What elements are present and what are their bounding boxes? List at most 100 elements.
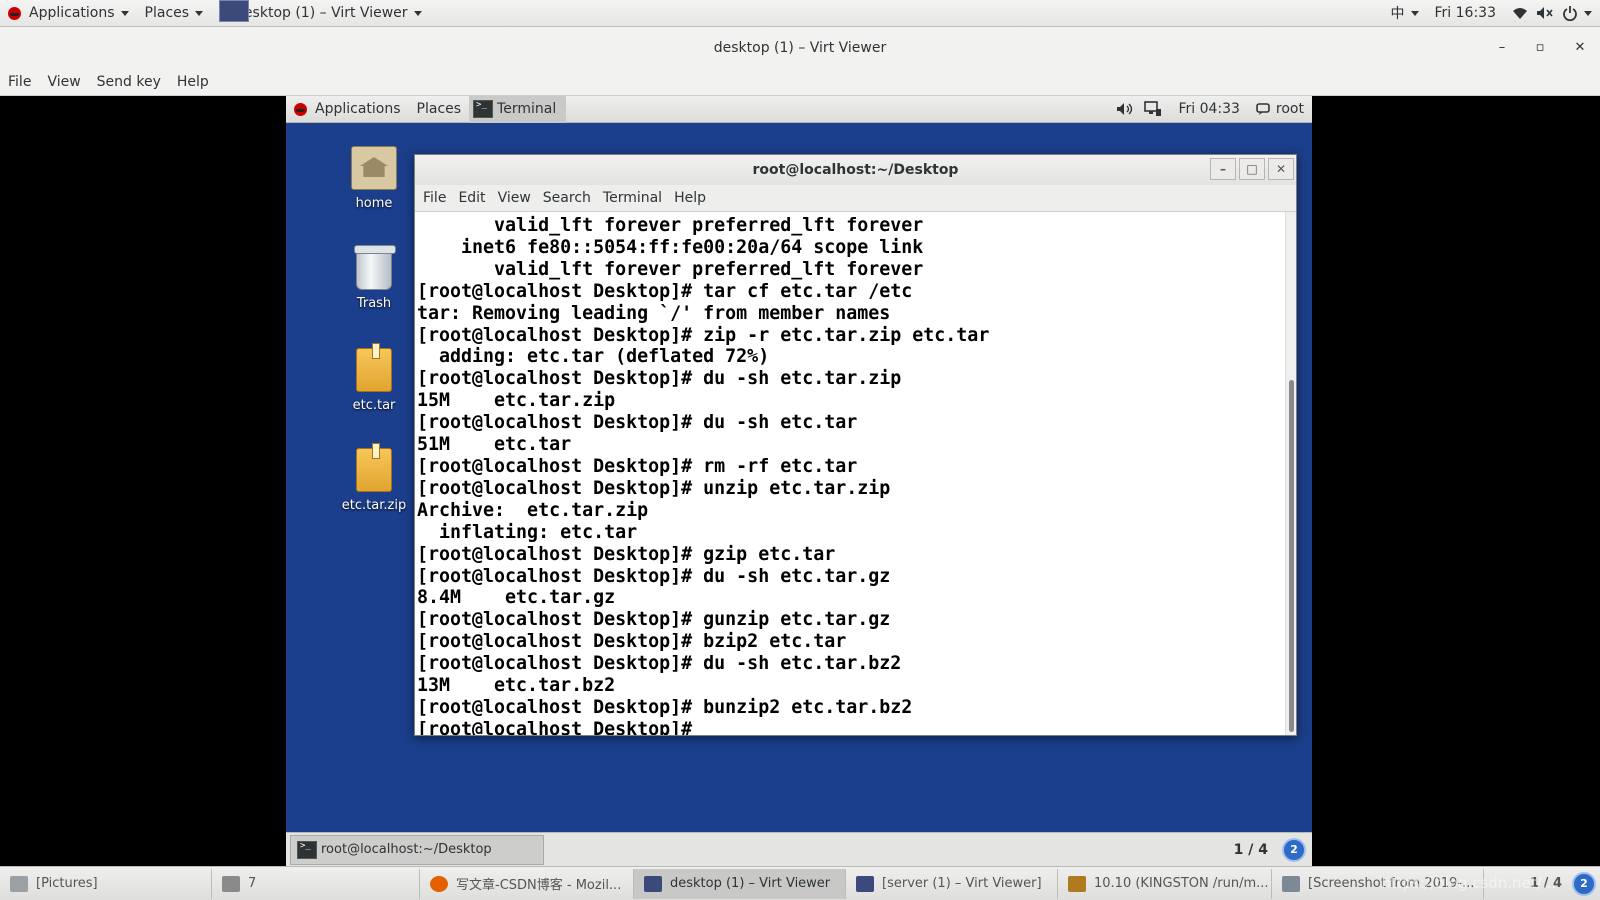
document-icon <box>222 875 240 892</box>
host-places-label: Places <box>144 5 190 21</box>
chevron-down-icon <box>195 10 204 16</box>
viewer-menu-help[interactable]: Help <box>169 74 217 90</box>
guest-applications-menu[interactable]: Applications <box>286 96 409 123</box>
desktop-icon-home[interactable]: home <box>334 146 414 211</box>
terminal-line: inflating: etc.tar <box>417 521 638 543</box>
viewer-menu-file[interactable]: File <box>0 74 39 90</box>
guest-taskbar-terminal[interactable]: >_ root@localhost:~/Desktop <box>290 834 544 865</box>
terminal-menu-file[interactable]: File <box>417 190 452 206</box>
folder-icon <box>10 875 28 892</box>
terminal-menu-edit[interactable]: Edit <box>452 190 491 206</box>
desktop-icon-label: etc.tar.zip <box>341 498 407 513</box>
network-wired-icon <box>1144 101 1162 116</box>
host-clock[interactable]: Fri 16:33 <box>1427 0 1504 27</box>
terminal-line: 15M etc.tar.zip <box>417 390 616 412</box>
power-icon <box>1563 6 1577 21</box>
terminal-line: [root@localhost Desktop]# bzip2 etc.tar <box>417 631 847 653</box>
host-taskbar-item[interactable]: 7 <box>212 868 420 899</box>
monitor-icon <box>856 875 874 892</box>
monitor-icon <box>644 875 662 892</box>
terminal-menu-terminal[interactable]: Terminal <box>597 190 668 206</box>
screenshot-icon <box>1282 875 1300 892</box>
terminal-line: 8.4M etc.tar.gz <box>417 587 616 609</box>
terminal-line: inet6 fe80::5054:ff:fe00:20a/64 scope li… <box>417 236 924 258</box>
volume-muted-icon <box>1537 7 1553 19</box>
host-taskbar-item[interactable]: desktop (1) – Virt Viewer <box>634 868 846 899</box>
viewer-title: desktop (1) – Virt Viewer <box>713 39 887 56</box>
terminal-menu-search[interactable]: Search <box>537 190 597 206</box>
guest-workspace-pager[interactable]: 1 / 4 <box>1234 842 1268 858</box>
maximize-button[interactable]: ▫ <box>1526 27 1554 68</box>
guest-top-panel: Applications Places >_ Terminal Fri 04:3… <box>286 96 1312 123</box>
terminal-line: [root@localhost Desktop]# du -sh etc.tar <box>417 412 858 434</box>
chevron-down-icon <box>413 10 422 16</box>
guest-status-icons[interactable] <box>1108 96 1170 123</box>
guest-display[interactable]: Applications Places >_ Terminal Fri 04:3… <box>286 96 1312 866</box>
host-applications-menu[interactable]: Applications <box>0 0 137 27</box>
host-window-title: desktop (1) – Virt Viewer <box>235 5 408 21</box>
chevron-down-icon <box>1584 10 1592 16</box>
package-icon <box>356 443 392 492</box>
input-method-indicator[interactable]: 中 <box>1383 0 1427 27</box>
host-taskbar-label: 写文章-CSDN博客 - Mozil... <box>456 878 622 893</box>
terminal-menubar: File Edit View Search Terminal Help <box>415 185 1296 212</box>
terminal-line: adding: etc.tar (deflated 72%) <box>417 346 770 368</box>
volume-icon <box>1117 103 1133 115</box>
terminal-line: [root@localhost Desktop]# gzip etc.tar <box>417 543 836 565</box>
host-places-menu[interactable]: Places <box>137 0 212 27</box>
host-taskbar: [Pictures] 7 写文章-CSDN博客 - Mozil... desktop … <box>0 866 1600 900</box>
guest-applications-label: Applications <box>315 101 401 117</box>
terminal-line: [root@localhost Desktop]# du -sh etc.tar… <box>417 565 891 587</box>
terminal-window[interactable]: root@localhost:~/Desktop – □ ✕ File Edit… <box>414 154 1297 736</box>
terminal-line: Archive: etc.tar.zip <box>417 499 649 521</box>
terminal-line: valid_lft forever preferred_lft forever <box>417 258 924 280</box>
guest-terminal-task[interactable]: >_ Terminal <box>469 96 567 123</box>
terminal-line: [root@localhost Desktop]# du -sh etc.tar… <box>417 368 902 390</box>
terminal-menu-help[interactable]: Help <box>668 190 712 206</box>
desktop-icon-etc-tar-zip[interactable]: etc.tar.zip <box>334 443 414 513</box>
desktop-icon-etc-tar[interactable]: etc.tar <box>334 343 414 413</box>
host-taskbar-item[interactable]: 10.10 (KINGSTON /run/m... <box>1058 868 1272 899</box>
terminal-line: [root@localhost Desktop]# du -sh etc.tar… <box>417 653 902 675</box>
close-button[interactable]: ✕ <box>1566 27 1594 68</box>
terminal-line: 51M etc.tar <box>417 434 572 456</box>
redhat-logo-icon <box>294 102 307 116</box>
guest-user-menu[interactable]: root <box>1248 96 1312 123</box>
desktop-icon-trash[interactable]: Trash <box>334 245 414 311</box>
host-applications-label: Applications <box>29 5 115 21</box>
host-taskbar-item[interactable]: [Pictures] <box>0 868 212 899</box>
guest-clock[interactable]: Fri 04:33 <box>1170 96 1247 123</box>
viewer-menu-view[interactable]: View <box>39 74 88 90</box>
notification-badge[interactable]: 2 <box>1282 837 1306 862</box>
host-taskbar-item[interactable]: [server (1) – Virt Viewer] <box>846 868 1058 899</box>
scrollbar-thumb[interactable] <box>1289 380 1294 732</box>
terminal-icon: >_ <box>473 100 494 118</box>
minimize-button[interactable]: – <box>1488 27 1516 68</box>
terminal-close-button[interactable]: ✕ <box>1268 158 1294 180</box>
guest-taskbar-label: root@localhost:~/Desktop <box>321 842 492 857</box>
terminal-titlebar[interactable]: root@localhost:~/Desktop – □ ✕ <box>415 155 1296 185</box>
chevron-down-icon <box>120 10 129 16</box>
system-status-menu[interactable] <box>1504 0 1600 27</box>
viewer-menu-send-key[interactable]: Send key <box>89 74 169 90</box>
viewer-menubar: File View Send key Help <box>0 68 1600 96</box>
trash-icon <box>354 245 396 290</box>
guest-places-menu[interactable]: Places <box>409 96 470 123</box>
terminal-line: [root@localhost Desktop]# bunzip2 etc.ta… <box>417 696 913 718</box>
guest-user-label: root <box>1275 101 1304 117</box>
terminal-maximize-button[interactable]: □ <box>1239 158 1265 180</box>
terminal-scrollbar[interactable] <box>1285 212 1296 735</box>
desktop-icon-label: home <box>355 196 393 211</box>
host-top-panel: Applications Places desktop (1) – Virt V… <box>0 0 1600 27</box>
viewer-titlebar: desktop (1) – Virt Viewer – ▫ ✕ <box>0 27 1600 68</box>
terminal-output[interactable]: valid_lft forever preferred_lft forever … <box>415 212 1285 735</box>
redhat-logo-icon <box>8 6 21 20</box>
terminal-line: [root@localhost Desktop]# gunzip etc.tar… <box>417 609 891 631</box>
host-window-menu[interactable]: desktop (1) – Virt Viewer <box>211 0 429 27</box>
host-taskbar-item[interactable]: 写文章-CSDN博客 - Mozil... <box>420 868 634 899</box>
terminal-menu-view[interactable]: View <box>492 190 537 206</box>
terminal-minimize-button[interactable]: – <box>1210 158 1236 180</box>
host-notification-badge[interactable]: 2 <box>1572 871 1596 896</box>
input-method-label: 中 <box>1390 6 1405 22</box>
text-editor-icon <box>1068 875 1086 892</box>
